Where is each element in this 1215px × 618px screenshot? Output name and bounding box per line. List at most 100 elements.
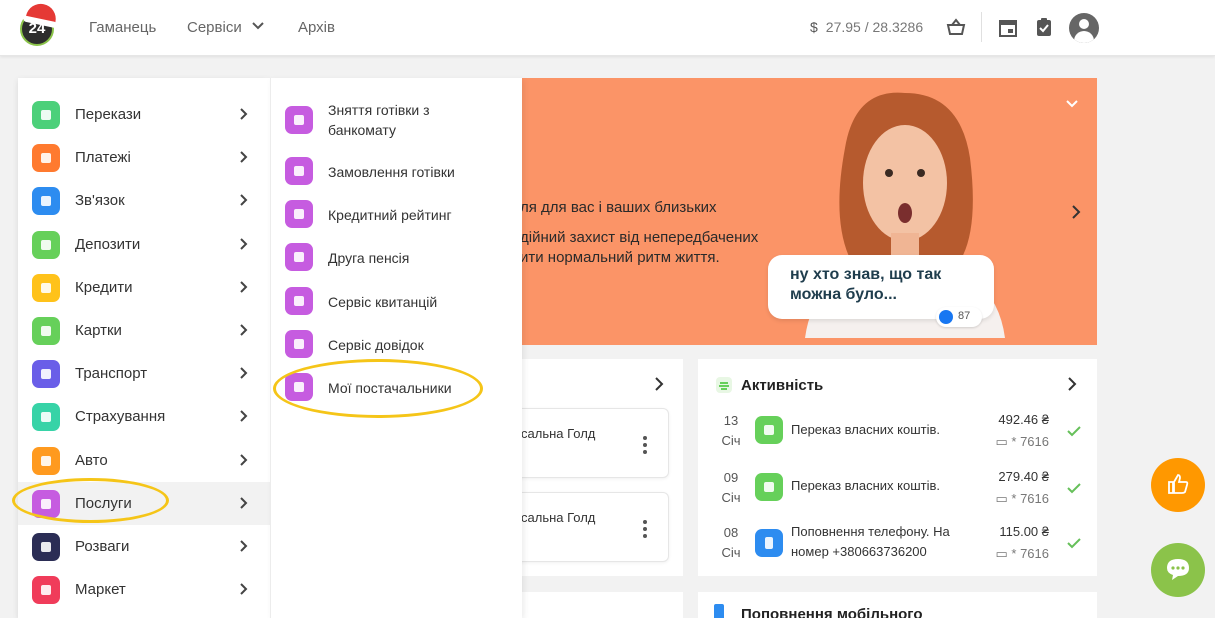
card-name: сальна Голд [521, 510, 596, 525]
highlight-ellipse [273, 359, 483, 418]
submenu-item-label: Зняття готівки з банкомату [328, 102, 430, 138]
clipboard-check-icon[interactable] [1033, 16, 1055, 38]
card-icon [755, 416, 783, 444]
activity-card-number: ▭ * 7616 [995, 434, 1050, 449]
card-icon [32, 317, 60, 345]
activity-amount: 492.46 ₴ [998, 412, 1049, 427]
submenu-item-label: Замовлення готівки [328, 164, 455, 180]
chevron-right-icon [240, 281, 248, 293]
dollar-symbol: $ [810, 19, 818, 35]
top-header: 24 Гаманець Сервіси Архів $27.95 / 28.32… [0, 0, 1215, 56]
nav-wallet[interactable]: Гаманець [89, 19, 156, 36]
smile-icon [32, 533, 60, 561]
chevron-right-icon [240, 194, 248, 207]
submenu-item[interactable]: Зняття готівки з банкомату [271, 94, 523, 138]
more-options-icon[interactable] [643, 520, 647, 538]
chat-icon [1167, 559, 1189, 580]
feedback-button[interactable] [1151, 458, 1205, 512]
chevron-down-icon[interactable] [1066, 98, 1078, 110]
phone-icon [714, 604, 724, 618]
rate-value: 27.95 / 28.3286 [825, 19, 924, 35]
chevron-right-icon [240, 410, 248, 423]
likes-badge: 87 [936, 307, 982, 327]
card-icon: ▭ [995, 546, 1012, 561]
chevron-down-icon[interactable] [252, 20, 264, 32]
submenu-item[interactable]: Кредитний рейтинг [271, 192, 523, 235]
atm-icon [285, 106, 313, 134]
activity-date: 09 Січ [721, 470, 741, 505]
submenu-item[interactable]: Друга пенсія [271, 235, 523, 278]
more-options-icon[interactable] [643, 436, 647, 454]
menu-item-label: Авто [75, 451, 108, 469]
menu-item-label: Розваги [75, 538, 130, 555]
activity-description: Переказ власних коштів. [791, 422, 940, 437]
menu-item[interactable]: Маркет [18, 568, 270, 611]
signal-icon [32, 187, 60, 216]
activity-description: Поповнення телефону. На номер +380663736… [791, 524, 950, 559]
check-icon [1067, 538, 1081, 549]
chevron-right-icon[interactable] [654, 377, 664, 391]
card-icon: ▭ [995, 491, 1012, 506]
menu-item[interactable]: Перекази [18, 93, 270, 136]
banner-line-3: ити нормальний ритм життя. [520, 249, 720, 266]
activity-row[interactable]: 09 Січ Переказ власних коштів. 279.40 ₴ ▭… [698, 463, 1097, 523]
submenu-item-label: Сервіс довідок [328, 337, 424, 353]
services-menu: Перекази Платежі Зв'язок Депозити Кредити Кар… [18, 78, 270, 618]
activity-card-number: ▭ * 7616 [995, 546, 1050, 561]
thumbs-up-icon [1168, 474, 1189, 494]
activity-amount: 115.00 ₴ [999, 524, 1049, 539]
activity-row[interactable]: 13 Січ Переказ власних коштів. 492.46 ₴ ▭… [698, 407, 1097, 467]
cart-icon [32, 576, 60, 605]
menu-item[interactable]: Картки [18, 309, 270, 352]
thumbs-up-icon [939, 310, 953, 324]
menu-item[interactable]: Розваги [18, 525, 270, 568]
menu-item[interactable]: Транспорт [18, 352, 270, 395]
menu-item[interactable]: Авто [18, 439, 270, 482]
activity-panel: Активність 13 Січ Переказ власних коштів.… [698, 359, 1097, 576]
user-avatar-icon[interactable] [1069, 13, 1099, 43]
nav-services[interactable]: Сервіси [187, 19, 242, 36]
chevron-right-icon [240, 108, 248, 120]
card-name: сальна Голд [521, 426, 596, 441]
menu-item[interactable]: Кредити [18, 266, 270, 309]
menu-item[interactable]: Зв'язок [18, 179, 270, 222]
activity-description: Переказ власних коштів. [791, 478, 940, 493]
menu-item-label: Страхування [75, 408, 166, 426]
privat24-logo[interactable]: 24 [20, 1, 59, 46]
submenu-item[interactable]: Сервіс квитанцій [271, 279, 523, 322]
activity-row[interactable]: 08 Січ Поповнення телефону. На номер +380… [698, 519, 1097, 579]
chevron-right-icon [240, 583, 248, 595]
menu-item-label: Картки [75, 322, 122, 339]
menu-item-label: Транспорт [75, 365, 148, 383]
calendar-icon[interactable] [997, 16, 1019, 38]
cash-icon [285, 157, 313, 185]
banner-next-arrow-icon[interactable] [1070, 204, 1082, 220]
chevron-right-icon[interactable] [1067, 377, 1077, 391]
promo-banner[interactable]: ля для вас і ваших близьких дійний захис… [520, 78, 1097, 345]
menu-item[interactable]: Депозити [18, 223, 270, 266]
transfers-icon [32, 101, 60, 129]
submenu-item-label: Кредитний рейтинг [328, 207, 452, 223]
basket-icon[interactable] [945, 16, 967, 38]
banner-line-1: ля для вас і ваших близьких [520, 199, 717, 216]
umbrella-icon [32, 403, 60, 432]
chevron-right-icon [240, 367, 248, 379]
mobile-topup-card[interactable]: Поповнення мобільного [698, 592, 1097, 618]
mobile-topup-title: Поповнення мобільного [741, 606, 923, 618]
pension-icon [285, 243, 313, 271]
card-icon [755, 473, 783, 501]
rating-icon [285, 200, 313, 228]
car-icon [32, 446, 60, 475]
menu-item[interactable]: Страхування [18, 395, 270, 438]
lower-left-panel [520, 592, 683, 618]
nav-archive[interactable]: Архів [298, 19, 335, 36]
highlight-ellipse [12, 478, 169, 523]
menu-item-label: Перекази [75, 106, 142, 123]
menu-item-label: Маркет [75, 581, 126, 599]
check-icon [1067, 426, 1081, 437]
chat-button[interactable] [1151, 543, 1205, 597]
menu-item[interactable]: Платежі [18, 136, 270, 179]
submenu-item[interactable]: Замовлення готівки [271, 149, 523, 192]
menu-item-label: Платежі [75, 149, 131, 167]
ticket-icon [32, 360, 60, 389]
